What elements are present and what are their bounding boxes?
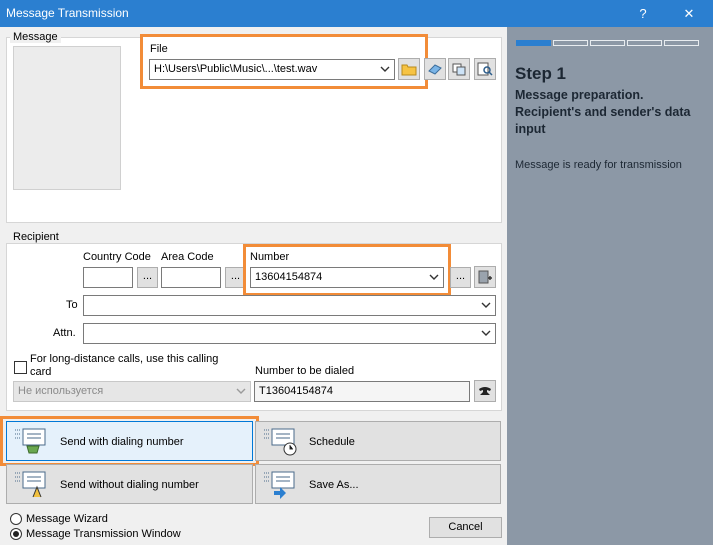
message-preview	[13, 46, 121, 190]
file-combo[interactable]: H:\Users\Public\Music\...\test.wav	[149, 59, 395, 80]
file-value: H:\Users\Public\Music\...\test.wav	[154, 63, 318, 75]
edit-file-button[interactable]	[424, 58, 446, 80]
folder-icon	[401, 64, 417, 76]
schedule-icon	[264, 428, 297, 456]
step-status: Message is ready for transmission	[515, 159, 682, 171]
send-without-dialing-button[interactable]: Send without dialing number	[6, 464, 253, 504]
chevron-down-icon	[481, 302, 491, 308]
progress-segment	[590, 40, 625, 46]
save-as-label: Save As...	[309, 479, 359, 491]
chevron-down-icon	[380, 66, 390, 72]
window-radio[interactable]	[10, 528, 22, 540]
copy-button[interactable]	[448, 58, 470, 80]
title-bar: Message Transmission ? ✕	[0, 0, 713, 27]
dialed-number-field[interactable]: T13604154874	[254, 381, 470, 402]
save-icon	[264, 471, 295, 499]
phone-button[interactable]	[474, 380, 496, 402]
recipient-group-label: Recipient	[10, 231, 62, 243]
to-combo[interactable]	[83, 295, 496, 316]
progress-bar	[516, 40, 699, 46]
progress-segment-active	[516, 40, 551, 46]
window-radio-label: Message Transmission Window	[26, 528, 181, 540]
add-contact-button[interactable]	[474, 266, 496, 288]
message-group-label: Message	[10, 31, 61, 43]
to-label: To	[66, 299, 78, 311]
progress-segment	[664, 40, 699, 46]
number-label: Number	[250, 251, 290, 263]
chevron-down-icon	[236, 388, 246, 394]
send-with-highlight	[0, 416, 259, 466]
copy-icon	[452, 63, 466, 76]
eraser-icon	[428, 64, 442, 75]
calling-card-combo[interactable]: Не используется	[13, 381, 251, 402]
open-folder-button[interactable]	[398, 58, 420, 80]
calling-card-checkbox[interactable]	[14, 361, 27, 374]
progress-segment	[627, 40, 662, 46]
help-button[interactable]: ?	[620, 0, 666, 27]
number-browse-button[interactable]: ...	[450, 267, 471, 288]
calling-card-value: Не используется	[18, 385, 104, 397]
attn-label: Attn.	[53, 327, 76, 339]
wizard-radio[interactable]	[10, 513, 22, 525]
chevron-down-icon	[481, 330, 491, 336]
number-value: 13604154874	[255, 271, 323, 283]
send-without-dialing-label: Send without dialing number	[60, 479, 199, 491]
dialed-label: Number to be dialed	[255, 365, 355, 377]
area-code-input[interactable]	[161, 267, 221, 288]
attn-combo[interactable]	[83, 323, 496, 344]
wizard-radio-row[interactable]: Message Wizard	[10, 513, 108, 525]
area-code-label: Area Code	[161, 251, 214, 263]
file-label: File	[150, 43, 168, 55]
magnifier-icon	[477, 62, 493, 76]
country-code-input[interactable]	[83, 267, 133, 288]
phone-icon	[479, 387, 491, 395]
calling-card-label: For long-distance calls, use this callin…	[30, 353, 219, 378]
save-as-button[interactable]: Save As...	[255, 464, 501, 504]
send-without-icon	[15, 471, 46, 498]
close-button[interactable]: ✕	[666, 0, 712, 27]
progress-segment	[553, 40, 588, 46]
window-radio-row[interactable]: Message Transmission Window	[10, 528, 181, 540]
wizard-panel: Step 1 Message preparation. Recipient's …	[507, 27, 713, 545]
cancel-button[interactable]: Cancel	[429, 517, 502, 538]
wizard-radio-label: Message Wizard	[26, 513, 108, 525]
number-combo[interactable]: 13604154874	[250, 267, 444, 288]
step-title: Step 1	[515, 64, 567, 83]
address-book-icon	[478, 270, 492, 284]
step-description: Message preparation. Recipient's and sen…	[515, 88, 691, 136]
country-code-browse-button[interactable]: ...	[137, 267, 158, 288]
preview-button[interactable]	[474, 58, 496, 80]
country-code-label: Country Code	[83, 251, 151, 263]
schedule-button[interactable]: Schedule	[255, 421, 501, 461]
main-panel: Message File H:\Users\Public\Music\...\t…	[0, 27, 507, 545]
window-title: Message Transmission	[6, 6, 129, 20]
chevron-down-icon	[429, 274, 439, 280]
schedule-label: Schedule	[309, 436, 355, 448]
